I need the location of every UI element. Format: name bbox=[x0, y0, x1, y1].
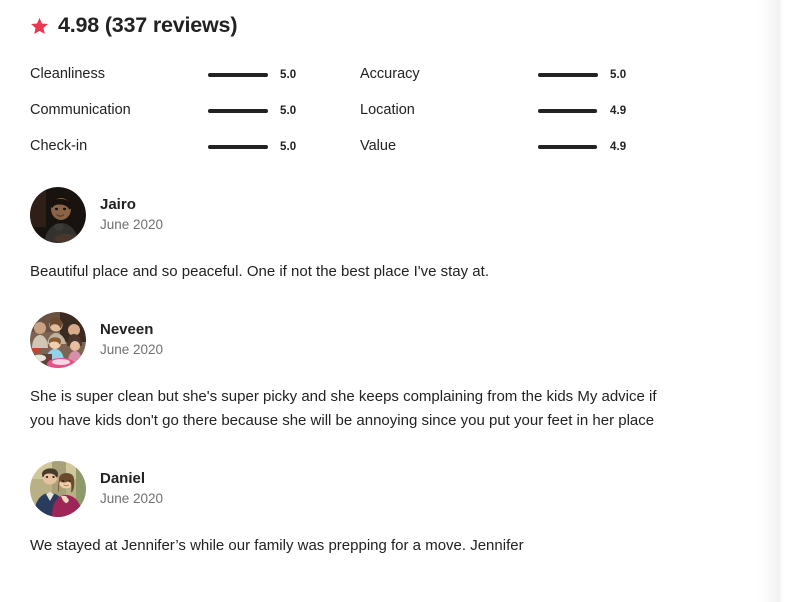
reviews-panel: 4.98 (337 reviews) Cleanliness 5.0 Accur… bbox=[0, 0, 787, 602]
review-header: Jairo June 2020 bbox=[30, 187, 763, 243]
reviewer-name: Jairo bbox=[100, 196, 136, 214]
rating-bar-track bbox=[208, 145, 268, 149]
rating-bar-fill bbox=[538, 145, 597, 149]
rating-bar-fill bbox=[208, 145, 268, 149]
category-label: Location bbox=[360, 102, 415, 119]
rating-bar-track bbox=[538, 109, 598, 113]
rating-bar-track bbox=[208, 109, 268, 113]
category-score: 5.0 bbox=[280, 141, 297, 153]
reviewer-meta: Jairo June 2020 bbox=[100, 196, 163, 233]
reviewer-meta: Neveen June 2020 bbox=[100, 321, 163, 358]
reviews-list: Jairo June 2020 Beautiful place and so p… bbox=[30, 187, 763, 558]
rating-bar-track bbox=[208, 73, 268, 77]
review-date: June 2020 bbox=[100, 217, 164, 233]
category-score: 4.9 bbox=[610, 105, 627, 117]
reviewer-name: Neveen bbox=[100, 321, 154, 339]
category-label: Check-in bbox=[30, 138, 88, 155]
review-header: Neveen June 2020 bbox=[30, 312, 763, 368]
rating-bar-fill bbox=[208, 109, 268, 113]
category-row-check-in: Check-in 5.0 bbox=[30, 129, 360, 165]
category-score: 5.0 bbox=[610, 69, 627, 81]
review-item: Neveen June 2020 She is super clean but … bbox=[30, 312, 763, 433]
review-item: Daniel June 2020 We stayed at Jennifer’s… bbox=[30, 461, 763, 558]
reviewer-name: Daniel bbox=[100, 470, 146, 488]
category-label: Value bbox=[360, 138, 397, 155]
category-row-accuracy: Accuracy 5.0 bbox=[360, 57, 763, 93]
rating-bar-track bbox=[538, 73, 598, 77]
review-header: Daniel June 2020 bbox=[30, 461, 763, 517]
rating-bar-fill bbox=[538, 109, 597, 113]
category-row-location: Location 4.9 bbox=[360, 93, 763, 129]
category-row-communication: Communication 5.0 bbox=[30, 93, 360, 129]
rating-header: 4.98 (337 reviews) bbox=[30, 0, 763, 44]
category-row-cleanliness: Cleanliness 5.0 bbox=[30, 57, 360, 93]
review-date: June 2020 bbox=[100, 491, 164, 507]
review-item: Jairo June 2020 Beautiful place and so p… bbox=[30, 187, 763, 284]
avatar[interactable] bbox=[30, 461, 86, 517]
review-text: She is super clean but she's super picky… bbox=[30, 388, 657, 429]
avatar[interactable] bbox=[30, 187, 86, 243]
rating-bar-fill bbox=[538, 73, 598, 77]
category-score: 4.9 bbox=[610, 141, 627, 153]
rating-bar-fill bbox=[208, 73, 268, 77]
review-text: We stayed at Jennifer’s while our family… bbox=[30, 537, 524, 554]
category-score: 5.0 bbox=[280, 69, 297, 81]
rating-bar-track bbox=[538, 145, 598, 149]
category-row-value: Value 4.9 bbox=[360, 129, 763, 165]
category-score: 5.0 bbox=[280, 105, 297, 117]
category-label: Communication bbox=[30, 102, 131, 119]
category-ratings-grid: Cleanliness 5.0 Accuracy 5.0 Communicati… bbox=[30, 57, 763, 165]
reviewer-meta: Daniel June 2020 bbox=[100, 470, 163, 507]
category-label: Accuracy bbox=[360, 66, 420, 83]
review-date: June 2020 bbox=[100, 342, 164, 358]
star-icon bbox=[30, 17, 49, 36]
category-label: Cleanliness bbox=[30, 66, 105, 83]
rating-summary-text: 4.98 (337 reviews) bbox=[58, 12, 238, 37]
avatar[interactable] bbox=[30, 312, 86, 368]
review-text: Beautiful place and so peaceful. One if … bbox=[30, 263, 489, 280]
